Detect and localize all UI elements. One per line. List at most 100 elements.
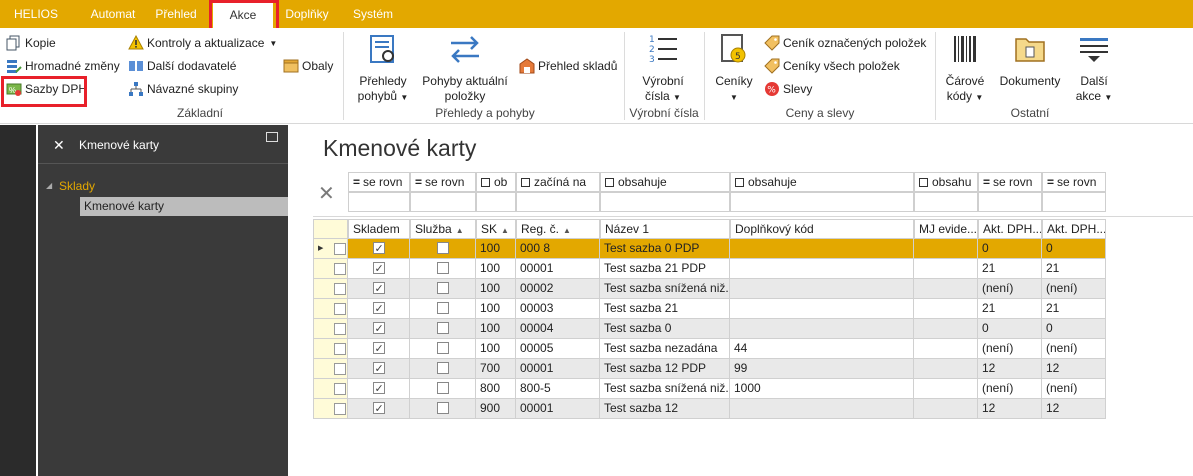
tree-item-sklady[interactable]: Sklady	[59, 179, 95, 193]
filter-value-dph2[interactable]	[1042, 192, 1106, 212]
navazne-skupiny-button[interactable]: Návazné skupiny	[128, 81, 238, 97]
table-row[interactable]: ▶ 100000 8Test sazba 0 PDP 00	[313, 239, 1106, 259]
clear-filter-icon[interactable]: ✕	[318, 181, 335, 206]
tree-collapse-icon[interactable]: ◢	[46, 181, 52, 190]
row-selector[interactable]	[313, 379, 348, 399]
sluzba-checkbox[interactable]	[436, 402, 449, 414]
header-dph1[interactable]: Akt. DPH...	[978, 219, 1042, 239]
skladem-checkbox[interactable]	[372, 260, 385, 278]
table-row[interactable]: 10000004Test sazba 0 00	[313, 319, 1106, 339]
menu-helios[interactable]: HELIOS	[8, 0, 64, 28]
row-selector[interactable]	[313, 299, 348, 319]
row-selector[interactable]	[313, 279, 348, 299]
header-dph2[interactable]: Akt. DPH...	[1042, 219, 1106, 239]
row-select-checkbox[interactable]	[334, 323, 346, 335]
filter-value-sk[interactable]	[476, 192, 516, 212]
header-doplnkovy[interactable]: Doplňkový kód	[730, 219, 914, 239]
pin-panel-icon[interactable]	[266, 132, 278, 142]
filter-value-dph1[interactable]	[978, 192, 1042, 212]
header-sluzba[interactable]: Služba ▲	[410, 219, 476, 239]
sluzba-checkbox[interactable]	[436, 262, 449, 274]
row-selector[interactable]	[313, 359, 348, 379]
ceniky-button[interactable]: 5 Ceníky ▼	[710, 32, 758, 105]
row-selector[interactable]	[313, 319, 348, 339]
sluzba-checkbox[interactable]	[436, 382, 449, 394]
menu-doplnky[interactable]: Doplňky	[278, 0, 336, 28]
row-select-checkbox[interactable]	[334, 363, 346, 375]
dalsi-akce-button[interactable]: Další akce ▼	[1068, 32, 1120, 105]
menu-prehled[interactable]: Přehled	[146, 0, 206, 28]
sluzba-checkbox[interactable]	[436, 362, 449, 374]
filter-value-doplnkovy[interactable]	[730, 192, 914, 212]
skladem-checkbox[interactable]	[372, 340, 385, 358]
table-row[interactable]: 10000003Test sazba 21 2121	[313, 299, 1106, 319]
table-row[interactable]: 10000005Test sazba nezadána44 (není)(není…	[313, 339, 1106, 359]
carove-kody-button[interactable]: Čárové kódy ▼	[940, 32, 990, 105]
skladem-checkbox[interactable]	[372, 360, 385, 378]
pohyby-aktualni-button[interactable]: Pohyby aktuální položky	[417, 32, 513, 104]
row-selector[interactable]	[313, 339, 348, 359]
ceniky-vsech-button[interactable]: Ceníky všech položek	[764, 58, 900, 74]
filter-value-reg[interactable]	[516, 192, 600, 212]
dokumenty-button[interactable]: Dokumenty	[995, 32, 1065, 89]
row-select-checkbox[interactable]	[334, 343, 346, 355]
prehledy-pohybu-button[interactable]: Přehledy pohybů ▼	[352, 32, 414, 105]
header-sk[interactable]: SK ▲	[476, 219, 516, 239]
table-row[interactable]: 90000001Test sazba 12 1212	[313, 399, 1106, 419]
sazby-dph-button[interactable]: % Sazby DPH	[6, 81, 87, 97]
sluzba-checkbox[interactable]	[436, 322, 449, 334]
dalsi-dodavatele-button[interactable]: Další dodavatelé	[128, 58, 236, 74]
filter-sk[interactable]: ob	[476, 172, 516, 192]
sluzba-checkbox[interactable]	[436, 242, 449, 254]
tree-item-kmenove-karty[interactable]: Kmenové karty	[80, 197, 288, 216]
row-select-checkbox[interactable]	[334, 383, 346, 395]
filter-reg[interactable]: začíná na	[516, 172, 600, 192]
skladem-checkbox[interactable]	[372, 300, 385, 318]
obaly-button[interactable]: Obaly	[283, 58, 333, 74]
filter-value-sluzba[interactable]	[410, 192, 476, 212]
header-reg[interactable]: Reg. č. ▲	[516, 219, 600, 239]
skladem-checkbox[interactable]	[372, 280, 385, 298]
hromadne-zmeny-button[interactable]: Hromadné změny	[6, 58, 120, 74]
kopie-button[interactable]: Kopie	[6, 35, 56, 51]
table-row[interactable]: 800800-5Test sazba snížená niž...1000 (ne…	[313, 379, 1106, 399]
header-nazev[interactable]: Název 1	[600, 219, 730, 239]
table-row[interactable]: 10000002Test sazba snížená niž... (není)(…	[313, 279, 1106, 299]
cenik-oznacenych-button[interactable]: Ceník označených položek	[764, 35, 926, 51]
menu-akce[interactable]: Akce	[213, 3, 273, 28]
filter-value-mj[interactable]	[914, 192, 978, 212]
row-select-checkbox[interactable]	[334, 243, 346, 255]
sluzba-checkbox[interactable]	[436, 302, 449, 314]
row-selector[interactable]: ▶	[313, 239, 348, 259]
kontroly-button[interactable]: Kontroly a aktualizace ▼	[128, 35, 277, 51]
filter-value-nazev[interactable]	[600, 192, 730, 212]
row-selector[interactable]	[313, 259, 348, 279]
filter-dph1[interactable]: = se rovn	[978, 172, 1042, 192]
slevy-button[interactable]: % Slevy	[764, 81, 812, 97]
vyrobni-cisla-button[interactable]: 123 Výrobní čísla ▼	[632, 32, 694, 105]
sluzba-checkbox[interactable]	[436, 342, 449, 354]
skladem-checkbox[interactable]	[372, 400, 385, 418]
header-mj[interactable]: MJ evide...	[914, 219, 978, 239]
filter-mj[interactable]: obsahu	[914, 172, 978, 192]
filter-nazev[interactable]: obsahuje	[600, 172, 730, 192]
filter-value-skladem[interactable]	[348, 192, 410, 212]
row-select-checkbox[interactable]	[334, 403, 346, 415]
table-row[interactable]: 10000001Test sazba 21 PDP 2121	[313, 259, 1106, 279]
header-skladem[interactable]: Skladem	[348, 219, 410, 239]
filter-doplnkovy[interactable]: obsahuje	[730, 172, 914, 192]
menu-system[interactable]: Systém	[344, 0, 402, 28]
filter-skladem[interactable]: = se rovn	[348, 172, 410, 192]
row-select-checkbox[interactable]	[334, 283, 346, 295]
row-select-checkbox[interactable]	[334, 263, 346, 275]
filter-sluzba[interactable]: = se rovn	[410, 172, 476, 192]
menu-automat[interactable]: Automat	[80, 0, 146, 28]
sluzba-checkbox[interactable]	[436, 282, 449, 294]
skladem-checkbox[interactable]	[372, 320, 385, 338]
skladem-checkbox[interactable]	[372, 240, 385, 258]
filter-dph2[interactable]: = se rovn	[1042, 172, 1106, 192]
prehled-skladu-button[interactable]: Přehled skladů	[519, 58, 617, 74]
skladem-checkbox[interactable]	[372, 380, 385, 398]
row-select-checkbox[interactable]	[334, 303, 346, 315]
table-row[interactable]: 70000001Test sazba 12 PDP99 1212	[313, 359, 1106, 379]
